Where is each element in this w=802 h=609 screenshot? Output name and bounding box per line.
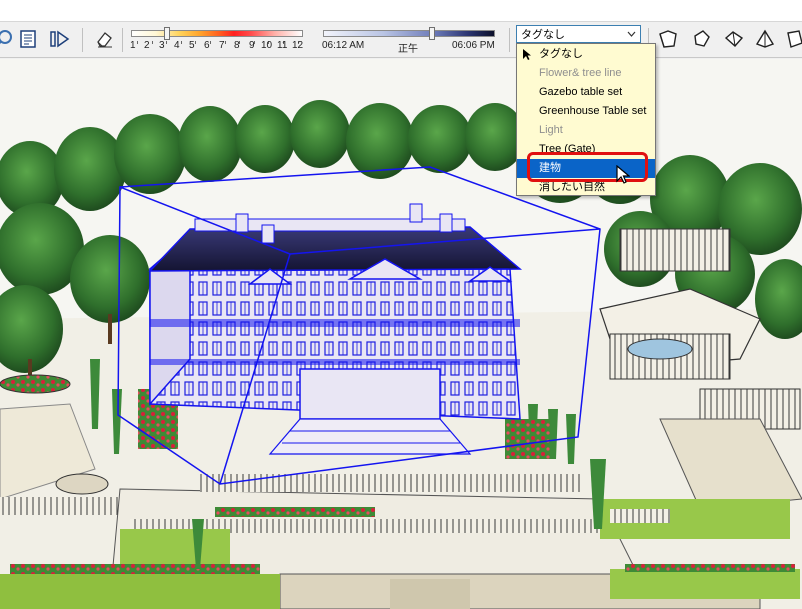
iso-view-icon[interactable] (656, 27, 680, 51)
tag-option-label: 消したい自然 (539, 181, 605, 193)
time-end-label: 06:06 PM (452, 40, 495, 51)
toolbar-separator (82, 28, 83, 52)
tag-option-label: Gazebo table set (539, 86, 623, 98)
tag-option-label: タグなし (539, 48, 583, 60)
month-label: 11 (277, 40, 288, 51)
toolbar-separator (509, 28, 510, 52)
tag-option-label: Tree (Gate) (539, 143, 596, 155)
front-view-icon[interactable] (722, 27, 746, 51)
window-title-strip (0, 0, 802, 22)
zoom-icon[interactable] (0, 27, 16, 51)
month-label: 10 (261, 40, 273, 51)
tag-select[interactable]: タグなし (516, 25, 641, 43)
shadow-month-slider[interactable] (131, 30, 303, 37)
month-label: 5 (189, 40, 195, 51)
month-label: 3 (159, 40, 165, 51)
tag-option-building[interactable]: 建物 (517, 159, 655, 178)
toolbar-separator (122, 28, 123, 52)
tag-option-flower-tree-line[interactable]: Flower& tree line (517, 64, 655, 83)
chevron-down-icon[interactable] (627, 28, 636, 40)
right-view-icon[interactable] (753, 27, 777, 51)
shadow-time-slider[interactable] (323, 30, 495, 37)
month-slider-thumb[interactable] (164, 27, 170, 40)
mouse-cursor-icon (616, 164, 631, 188)
back-view-icon[interactable] (782, 27, 802, 51)
tag-option-light[interactable]: Light (517, 121, 655, 140)
month-label: 9 (249, 40, 255, 51)
time-slider-thumb[interactable] (429, 27, 435, 40)
month-slider-labels: 1 2 3 4 5 6 7 8 9 10 11 12 (128, 40, 308, 54)
tag-option-tree-gate[interactable]: Tree (Gate) (517, 140, 655, 159)
tag-option-untagged[interactable]: タグなし (517, 45, 655, 64)
tag-option-label: Light (539, 124, 563, 136)
document-icon[interactable] (16, 27, 40, 51)
tag-option-greenhouse-table-set[interactable]: Greenhouse Table set (517, 102, 655, 121)
tag-option-gazebo-table-set[interactable]: Gazebo table set (517, 83, 655, 102)
tag-dropdown-list[interactable]: タグなし Flower& tree line Gazebo table set … (516, 43, 656, 196)
month-label: 1 (130, 40, 136, 51)
tag-option-label: Greenhouse Table set (539, 105, 647, 117)
arrow-pointer-icon (523, 49, 531, 60)
model-viewport[interactable] (0, 59, 802, 609)
month-label: 4 (174, 40, 180, 51)
month-label: 2 (144, 40, 150, 51)
tag-option-hide-nature[interactable]: 消したい自然 (517, 178, 655, 197)
time-noon-label: 正午 (398, 44, 418, 55)
month-label: 6 (204, 40, 210, 51)
month-label: 7 (219, 40, 225, 51)
top-view-icon[interactable] (690, 27, 714, 51)
next-scene-icon[interactable] (48, 27, 72, 51)
time-start-label: 06:12 AM (322, 40, 365, 51)
month-label: 8 (234, 40, 240, 51)
scene-render (0, 59, 802, 609)
tag-option-label: Flower& tree line (539, 67, 622, 79)
tag-select-value: タグなし (521, 29, 565, 41)
tag-option-label: 建物 (539, 162, 561, 174)
month-label: 12 (292, 40, 304, 51)
eraser-icon[interactable] (92, 27, 116, 51)
